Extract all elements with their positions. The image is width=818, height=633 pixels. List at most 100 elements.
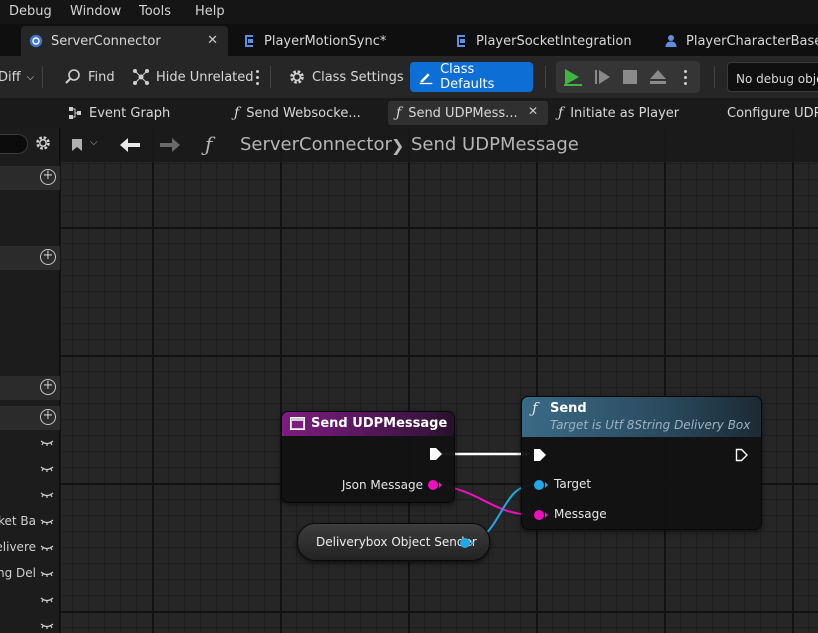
more-options-icon[interactable] (256, 70, 260, 88)
graph-tab-label: Send Websocke... (246, 105, 361, 121)
blueprint-icon (245, 35, 253, 47)
toolbar-divider (270, 66, 271, 88)
exec-pin-icon[interactable] (429, 447, 443, 461)
closed-eye-icon[interactable] (40, 596, 54, 604)
doc-tab-label: ServerConnector (51, 33, 161, 49)
debug-object-select[interactable]: No debug object selected (727, 62, 818, 92)
add-icon[interactable]: + (40, 409, 56, 425)
variable-get-node[interactable]: Deliverybox Object Sender (297, 523, 490, 561)
function-entry-node[interactable]: Send UDPMessage Json Message (281, 411, 455, 503)
variable-row[interactable] (0, 431, 60, 455)
character-icon (665, 35, 677, 47)
closed-eye-icon[interactable] (40, 570, 54, 578)
add-icon[interactable]: + (40, 379, 56, 395)
section-header[interactable]: + (0, 166, 60, 190)
graph-tab-label: Initiate as Player (570, 105, 680, 121)
more-options-icon[interactable] (684, 70, 688, 88)
closed-eye-icon[interactable] (40, 518, 54, 526)
doc-tab-label: PlayerMotionSync* (264, 33, 387, 49)
step-icon[interactable] (594, 68, 612, 86)
function-icon: ƒ (396, 105, 402, 121)
variable-row[interactable] (0, 457, 60, 481)
menu-tools[interactable]: Tools (139, 4, 171, 19)
exec-out-pin-icon[interactable] (735, 448, 749, 462)
pin-label-message: Message (554, 507, 607, 521)
toolbar-divider (545, 66, 546, 88)
graph-tab-send-websocket[interactable]: ƒ Send Websocke... (226, 101, 361, 125)
menu-help[interactable]: Help (195, 4, 225, 19)
chevron-down-icon: ⌵ (26, 71, 35, 83)
closed-eye-icon[interactable] (40, 622, 54, 630)
close-icon[interactable]: ✕ (207, 33, 218, 48)
closed-eye-icon[interactable] (40, 544, 54, 552)
gear-icon (290, 70, 304, 84)
add-icon[interactable]: + (40, 249, 56, 265)
menu-bar: Debug Window Tools Help (0, 0, 818, 24)
add-icon[interactable]: + (40, 169, 56, 185)
graph-tab-configure-udp[interactable]: Configure UDP (712, 101, 818, 125)
function-icon: ƒ (532, 399, 538, 417)
variable-row[interactable]: ket Ba (0, 510, 60, 534)
graph-tab-label: Configure UDP (727, 105, 818, 121)
find-icon (65, 69, 80, 84)
doc-tab-label: PlayerSocketIntegration (476, 33, 632, 49)
section-header[interactable]: + (0, 376, 60, 400)
search-input[interactable] (0, 134, 28, 154)
toolbar: Diff ⌵ Find Hide Unrelated Class Setting… (0, 56, 818, 98)
closed-eye-icon[interactable] (40, 439, 54, 447)
closed-eye-icon[interactable] (40, 491, 54, 499)
class-settings-button[interactable]: Class Settings (288, 63, 404, 91)
variable-row[interactable]: elivere (0, 536, 60, 560)
exec-in-pin-icon[interactable] (533, 448, 547, 462)
variable-label: ng Del (0, 566, 36, 580)
graph-tab-label: Event Graph (89, 105, 171, 121)
graph-tab-event-graph[interactable]: Event Graph (60, 101, 170, 125)
closed-eye-icon[interactable] (40, 465, 54, 473)
function-icon: ƒ (234, 105, 240, 121)
node-title: Send (550, 401, 587, 416)
doc-tab-label: PlayerCharacterBase (686, 33, 818, 49)
variable-row[interactable] (0, 483, 60, 507)
section-header[interactable]: + (0, 246, 60, 270)
find-button[interactable]: Find (64, 63, 115, 91)
menu-debug[interactable]: Debug (9, 4, 52, 19)
doc-tab-playercharacterbase[interactable]: PlayerCharacterBase (656, 26, 818, 56)
object-pin-icon[interactable] (459, 537, 475, 549)
class-settings-label: Class Settings (312, 69, 404, 85)
document-tab-bar: ServerConnector ✕ PlayerMotionSync* Play… (0, 24, 818, 56)
function-icon: ƒ (558, 105, 564, 121)
send-function-node[interactable]: ƒ Send Target is Utf 8String Delivery Bo… (521, 396, 762, 530)
eject-icon[interactable] (649, 68, 667, 86)
menu-window[interactable]: Window (70, 4, 121, 19)
string-pin-icon[interactable] (427, 479, 443, 491)
gear-icon[interactable] (34, 134, 52, 152)
doc-tab-playersocketintegration[interactable]: PlayerSocketIntegration (446, 26, 632, 56)
event-graph-icon (69, 107, 81, 119)
class-defaults-button[interactable]: Class Defaults (410, 62, 533, 92)
hide-unrelated-button[interactable]: Hide Unrelated (132, 63, 254, 91)
object-pin-icon[interactable] (533, 479, 549, 491)
class-defaults-label: Class Defaults (440, 62, 495, 92)
diff-button[interactable]: Diff ⌵ (0, 63, 34, 91)
function-entry-icon (290, 417, 305, 430)
play-controls (556, 61, 700, 93)
graph-tab-send-udpmessage[interactable]: ƒ Send UDPMess... ✕ (388, 101, 548, 125)
node-header: Send UDPMessage (282, 412, 454, 436)
section-header[interactable]: + (0, 406, 60, 430)
string-pin-icon[interactable] (533, 509, 549, 521)
hide-unrelated-icon (133, 69, 149, 85)
pin-label-json-message: Json Message (341, 478, 423, 492)
node-header: ƒ Send Target is Utf 8String Delivery Bo… (522, 397, 761, 437)
close-icon[interactable]: ✕ (528, 104, 538, 118)
graph-tab-initiate-as-player[interactable]: ƒ Initiate as Player (550, 101, 679, 125)
graph-canvas[interactable]: ⌵ ƒ ServerConnector ❯ Send UDPMessage Se… (61, 128, 818, 633)
variable-row[interactable]: ng Del (0, 562, 60, 586)
doc-tab-playermotionsync[interactable]: PlayerMotionSync* (234, 26, 386, 56)
variable-row[interactable] (0, 614, 60, 633)
variable-row[interactable] (0, 588, 60, 612)
play-icon[interactable] (562, 67, 584, 87)
stop-icon[interactable] (622, 69, 638, 85)
doc-tab-serverconnector[interactable]: ServerConnector ✕ (21, 26, 228, 56)
variable-label: elivere (0, 540, 36, 554)
class-defaults-icon (419, 73, 433, 85)
